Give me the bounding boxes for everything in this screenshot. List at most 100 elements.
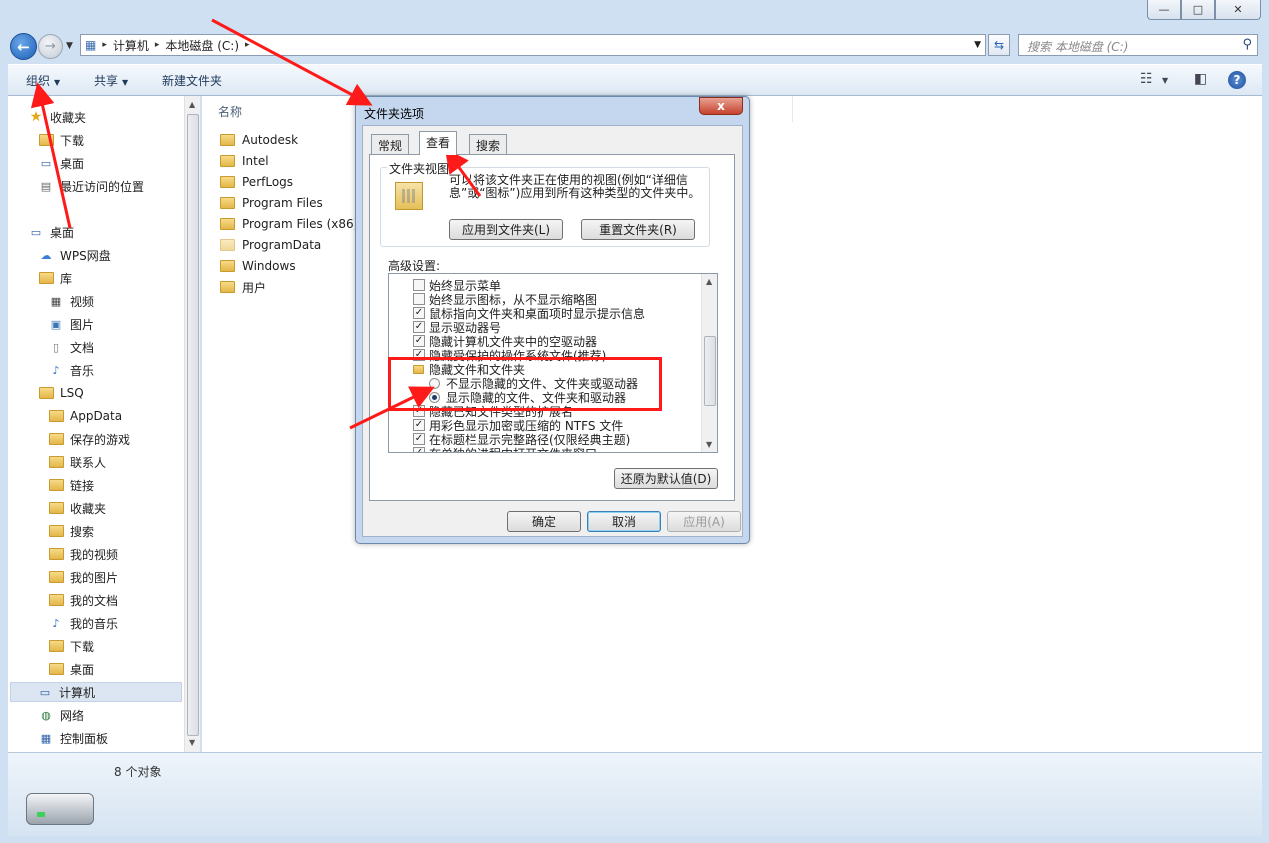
- column-header-name[interactable]: 名称: [218, 103, 242, 120]
- nav-item-label: AppData: [70, 409, 123, 423]
- nav-item-label: 我的视频: [70, 547, 119, 562]
- back-arrow-icon[interactable]: ←: [10, 33, 37, 60]
- nav-item-network[interactable]: ◍ 网络: [38, 705, 84, 725]
- file-item-windows[interactable]: Windows: [220, 256, 296, 276]
- preview-pane-icon[interactable]: ◧: [1194, 71, 1207, 87]
- nav-scrollbar[interactable]: ▲ ▼: [184, 96, 200, 752]
- search-input[interactable]: 搜索 本地磁盘 (C:) ⚲: [1018, 34, 1258, 56]
- tab-general[interactable]: 常规: [371, 134, 410, 154]
- folder-icon: [220, 134, 235, 146]
- maximize-button[interactable]: □: [1181, 0, 1215, 20]
- help-icon[interactable]: ?: [1228, 71, 1246, 89]
- nav-item-label: 音乐: [70, 363, 95, 378]
- checked-checkbox-icon[interactable]: ✓: [413, 433, 425, 445]
- refresh-icon[interactable]: ⇆: [988, 34, 1010, 56]
- nav-item-my-music[interactable]: ♪ 我的音乐: [48, 613, 118, 633]
- nav-item-favorites-folder[interactable]: 收藏夹: [48, 498, 106, 518]
- nav-scroll-thumb[interactable]: [187, 114, 199, 736]
- scroll-up-icon[interactable]: ▲: [706, 277, 712, 286]
- music-note-icon: ♪: [52, 616, 60, 630]
- nav-item-recent-places[interactable]: ▤ 最近访问的位置: [38, 176, 144, 196]
- file-item-users[interactable]: 用户: [220, 277, 266, 297]
- tab-search[interactable]: 搜索: [469, 134, 508, 154]
- checked-checkbox-icon[interactable]: ✓: [413, 405, 425, 417]
- nav-item-my-pictures[interactable]: 我的图片: [48, 567, 118, 587]
- nav-item-my-videos[interactable]: 我的视频: [48, 544, 118, 564]
- breadcrumb-local-disk[interactable]: 本地磁盘 (C:): [165, 37, 239, 54]
- view-chevron-down-icon[interactable]: ▼: [1162, 76, 1168, 85]
- checked-checkbox-icon[interactable]: ✓: [413, 419, 425, 431]
- dialog-close-button[interactable]: x: [699, 97, 743, 115]
- nav-item-downloads-user[interactable]: 下载: [48, 636, 94, 656]
- breadcrumb-separator-icon[interactable]: ▸: [245, 40, 250, 50]
- nav-item-videos[interactable]: ▦ 视频: [48, 291, 94, 311]
- downloads-folder-icon: [48, 639, 64, 653]
- share-button[interactable]: 共享 ▼: [94, 72, 128, 89]
- minimize-button[interactable]: —: [1147, 0, 1181, 20]
- checked-checkbox-icon[interactable]: ✓: [413, 321, 425, 333]
- nav-item-control-panel[interactable]: ▦ 控制面板: [38, 728, 108, 748]
- nav-item-links[interactable]: 链接: [48, 475, 94, 495]
- reset-folders-button[interactable]: 重置文件夹(R): [581, 219, 695, 240]
- recent-pages-chevron-icon[interactable]: ▼: [66, 41, 73, 51]
- advanced-setting-checkbox[interactable]: ✓ 在单独的进程中打开文件夹窗口: [413, 446, 597, 452]
- file-item-intel[interactable]: Intel: [220, 151, 269, 171]
- organize-button[interactable]: 组织 ▼: [26, 72, 60, 89]
- computer-small-icon: ▦: [85, 38, 97, 52]
- nav-item-documents[interactable]: ▯ 文档: [48, 337, 94, 357]
- nav-item-pictures[interactable]: ▣ 图片: [48, 314, 94, 334]
- address-bar[interactable]: ▦ ▸ 计算机 ▸ 本地磁盘 (C:) ▸ ▼: [80, 34, 986, 56]
- close-button[interactable]: ✕: [1215, 0, 1261, 20]
- forward-arrow-icon[interactable]: →: [38, 34, 63, 59]
- apply-button[interactable]: 应用(A): [667, 511, 741, 532]
- checked-checkbox-icon[interactable]: ✓: [413, 335, 425, 347]
- file-item-perflogs[interactable]: PerfLogs: [220, 172, 293, 192]
- nav-item-favorites[interactable]: ★ 收藏夹: [28, 107, 86, 127]
- file-item-autodesk[interactable]: Autodesk: [220, 130, 298, 150]
- advanced-settings-list[interactable]: 始终显示菜单 始终显示图标，从不显示缩略图 ✓ 鼠标指向文件夹和桌面项时显示提示信息 ✓…: [388, 273, 718, 453]
- nav-item-lsq[interactable]: LSQ: [38, 383, 84, 403]
- cancel-button[interactable]: 取消: [587, 511, 661, 532]
- breadcrumb-computer[interactable]: 计算机: [113, 37, 149, 54]
- file-item-program-files-x86[interactable]: Program Files (x86): [220, 214, 358, 234]
- file-item-program-files[interactable]: Program Files: [220, 193, 323, 213]
- checkbox-icon[interactable]: [413, 279, 425, 291]
- tab-view[interactable]: 查看: [419, 131, 458, 155]
- nav-item-desktop-user[interactable]: 桌面: [48, 659, 94, 679]
- nav-item-downloads[interactable]: 下载: [38, 130, 84, 150]
- checkbox-icon[interactable]: [413, 293, 425, 305]
- checked-checkbox-icon[interactable]: ✓: [413, 349, 425, 361]
- file-item-programdata[interactable]: ProgramData: [220, 235, 321, 255]
- selected-radio-icon[interactable]: [429, 391, 440, 403]
- new-folder-button[interactable]: 新建文件夹: [162, 72, 222, 89]
- ok-button[interactable]: 确定: [507, 511, 581, 532]
- nav-item-searches[interactable]: 搜索: [48, 521, 94, 541]
- nav-item-saved-games[interactable]: 保存的游戏: [48, 429, 130, 449]
- nav-item-computer[interactable]: ▭ 计算机: [10, 682, 182, 702]
- nav-item-desktop[interactable]: ▭ 桌面: [38, 153, 84, 173]
- advanced-scroll-thumb[interactable]: [704, 336, 716, 406]
- breadcrumb-separator-icon[interactable]: ▸: [155, 40, 160, 50]
- nav-item-wps-cloud[interactable]: ☁ WPS网盘: [38, 245, 111, 265]
- folder-icon: [220, 197, 235, 209]
- scroll-down-icon[interactable]: ▼: [706, 440, 712, 449]
- nav-item-label: 图片: [70, 317, 95, 332]
- restore-defaults-button[interactable]: 还原为默认值(D): [614, 468, 718, 489]
- nav-item-appdata[interactable]: AppData: [48, 406, 122, 426]
- nav-item-contacts[interactable]: 联系人: [48, 452, 106, 472]
- address-history-chevron-icon[interactable]: ▼: [974, 40, 981, 50]
- radio-icon[interactable]: [429, 377, 440, 389]
- advanced-settings-scrollbar[interactable]: ▲ ▼: [701, 274, 717, 452]
- checked-checkbox-icon[interactable]: ✓: [413, 447, 425, 452]
- nav-item-desktop-root[interactable]: ▭ 桌面: [28, 222, 74, 242]
- search-icon[interactable]: ⚲: [1242, 37, 1252, 52]
- view-options-icon[interactable]: ☷: [1140, 71, 1153, 87]
- nav-item-libraries[interactable]: 库: [38, 268, 72, 288]
- nav-item-music[interactable]: ♪ 音乐: [48, 360, 94, 380]
- scroll-down-icon[interactable]: ▼: [189, 738, 195, 747]
- checked-checkbox-icon[interactable]: ✓: [413, 307, 425, 319]
- breadcrumb-separator-icon[interactable]: ▸: [102, 40, 107, 50]
- scroll-up-icon[interactable]: ▲: [189, 100, 195, 109]
- nav-item-my-documents[interactable]: 我的文档: [48, 590, 118, 610]
- apply-to-folders-button[interactable]: 应用到文件夹(L): [449, 219, 563, 240]
